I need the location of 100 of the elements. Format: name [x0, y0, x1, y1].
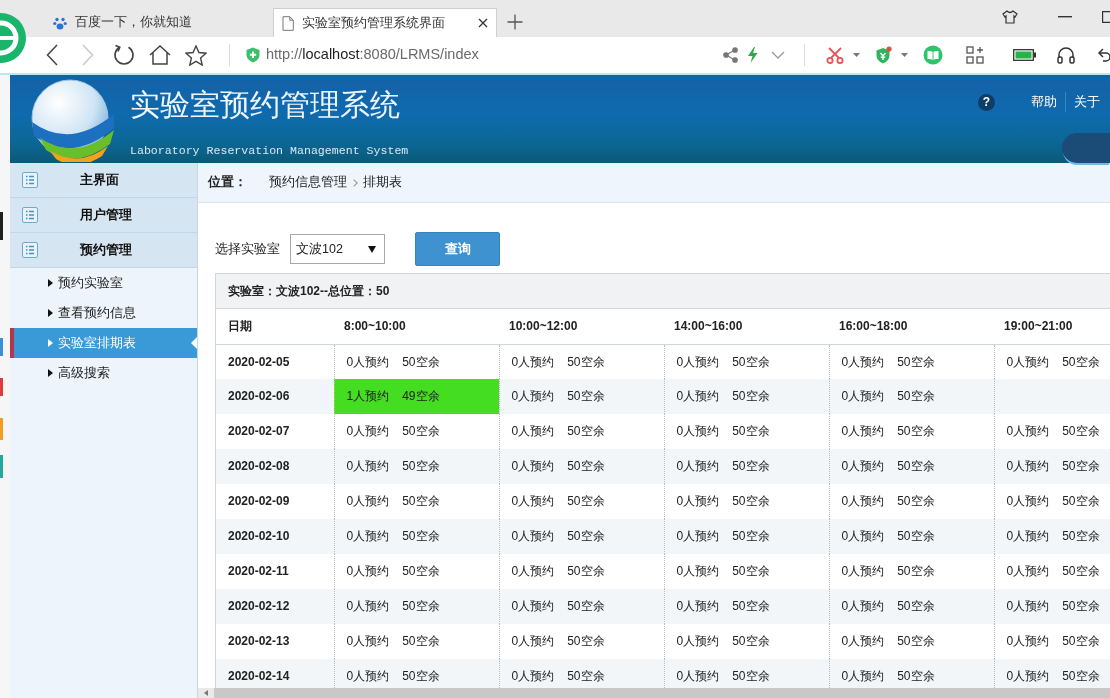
- menu-item[interactable]: 查看预约信息: [10, 298, 197, 328]
- free-count: 50空余: [1062, 424, 1100, 439]
- star-icon[interactable]: [185, 44, 207, 66]
- booked-count: 0人预约: [346, 634, 390, 649]
- triangle-icon: [48, 369, 53, 377]
- menu-group[interactable]: 主界面: [10, 163, 197, 198]
- booked-count: 0人预约: [841, 424, 885, 439]
- header-panel: [1062, 133, 1110, 163]
- browser-tab[interactable]: 实验室预约管理系统界面: [273, 8, 497, 37]
- free-count: 50空余: [402, 529, 440, 544]
- breadcrumb-label: 位置：: [208, 175, 247, 190]
- shield-icon[interactable]: [875, 46, 892, 64]
- booked-count: 0人预约: [676, 389, 720, 404]
- share-icon[interactable]: [723, 47, 738, 63]
- date-cell: 2020-02-07: [216, 414, 334, 449]
- address-field[interactable]: http://localhost:8080/LRMS/index: [266, 46, 479, 64]
- free-count: 50空余: [567, 354, 605, 369]
- breadcrumb-link[interactable]: 预约信息管理: [269, 175, 347, 190]
- caret-icon: [368, 245, 376, 253]
- date-cell: 2020-02-08: [216, 449, 334, 484]
- page-icon: [282, 15, 294, 31]
- date-cell: 2020-02-14: [216, 659, 334, 688]
- plus-icon[interactable]: [507, 14, 523, 30]
- menu-item[interactable]: 高级搜索: [10, 358, 197, 388]
- free-count: 50空余: [732, 494, 770, 509]
- free-count: 50空余: [897, 459, 935, 474]
- free-count: 49空余: [402, 389, 440, 404]
- chevron-down-icon[interactable]: [771, 51, 785, 59]
- free-count: 50空余: [732, 529, 770, 544]
- free-count: 50空余: [732, 634, 770, 649]
- booked-count: 0人预约: [1006, 564, 1050, 579]
- free-count: 50空余: [1062, 354, 1100, 369]
- free-count: 50空余: [1062, 564, 1100, 579]
- booked-count: 0人预约: [676, 599, 720, 614]
- menu-group[interactable]: 用户管理: [10, 198, 197, 233]
- booked-count: 0人预约: [676, 564, 720, 579]
- home-icon[interactable]: [149, 45, 171, 65]
- booked-count: 0人预约: [676, 494, 720, 509]
- booked-count: 0人预约: [346, 669, 390, 684]
- booked-count: 0人预约: [511, 459, 555, 474]
- battery-icon[interactable]: [1013, 49, 1036, 61]
- scissors-icon[interactable]: [826, 46, 844, 64]
- booked-count: 0人预约: [676, 424, 720, 439]
- booked-count: 0人预约: [841, 599, 885, 614]
- free-count: 50空余: [402, 424, 440, 439]
- free-count: 50空余: [732, 564, 770, 579]
- browser-tab[interactable]: 百度一下，你就知道: [45, 8, 269, 37]
- free-count: 50空余: [567, 389, 605, 404]
- maximize-icon[interactable]: [1102, 11, 1110, 23]
- free-count: 50空余: [897, 354, 935, 369]
- free-count: 50空余: [897, 529, 935, 544]
- free-count: 50空余: [402, 564, 440, 579]
- free-count: 50空余: [1062, 494, 1100, 509]
- booked-count: 0人预约: [511, 424, 555, 439]
- header-link[interactable]: 关于: [1074, 94, 1100, 110]
- booked-count: 0人预约: [511, 634, 555, 649]
- reload-icon[interactable]: [113, 44, 135, 66]
- caret-icon[interactable]: [901, 53, 908, 57]
- header-link[interactable]: 帮助: [1031, 94, 1057, 110]
- apps-icon[interactable]: [966, 46, 984, 64]
- booked-count: 0人预约: [841, 564, 885, 579]
- menu-item[interactable]: 预约实验室: [10, 268, 197, 298]
- undo-icon[interactable]: [1096, 47, 1110, 63]
- lab-select[interactable]: 文波102: [290, 234, 385, 264]
- free-count: 50空余: [897, 599, 935, 614]
- free-count: 50空余: [732, 669, 770, 684]
- booked-count: 0人预约: [841, 354, 885, 369]
- caret-icon[interactable]: [853, 53, 860, 57]
- free-count: 50空余: [732, 599, 770, 614]
- free-count: 50空余: [402, 669, 440, 684]
- booked-count: 0人预约: [841, 459, 885, 474]
- shield-icon: [246, 47, 260, 63]
- triangle-icon: [48, 279, 53, 287]
- shirt-icon[interactable]: [1002, 10, 1018, 24]
- app-title: 实验室预约管理系统: [130, 87, 401, 123]
- list-icon: [22, 207, 38, 223]
- menu-group[interactable]: 预约管理: [10, 233, 197, 268]
- booked-count: 0人预约: [841, 669, 885, 684]
- free-count: 50空余: [732, 424, 770, 439]
- free-count: 50空余: [567, 494, 605, 509]
- free-count: 50空余: [402, 634, 440, 649]
- back-icon[interactable]: [46, 44, 58, 66]
- select-label: 选择实验室: [215, 241, 280, 257]
- booked-count: 0人预约: [676, 529, 720, 544]
- close-icon[interactable]: [478, 18, 488, 28]
- minimize-icon[interactable]: [1058, 16, 1072, 18]
- paw-icon: [53, 15, 67, 30]
- free-count: 50空余: [567, 669, 605, 684]
- booked-count: 0人预约: [1006, 599, 1050, 614]
- lightning-icon[interactable]: [747, 47, 758, 63]
- free-count: 50空余: [402, 599, 440, 614]
- date-cell: 2020-02-12: [216, 589, 334, 624]
- help-icon[interactable]: ?: [978, 93, 995, 111]
- headphones-icon[interactable]: [1057, 46, 1075, 64]
- booked-count: 0人预约: [346, 494, 390, 509]
- book-icon[interactable]: [923, 45, 943, 65]
- free-count: 50空余: [897, 634, 935, 649]
- booked-count: 0人预约: [346, 459, 390, 474]
- table-caption: 实验室：文波102--总位置：50: [216, 274, 1110, 309]
- free-count: 50空余: [1062, 634, 1100, 649]
